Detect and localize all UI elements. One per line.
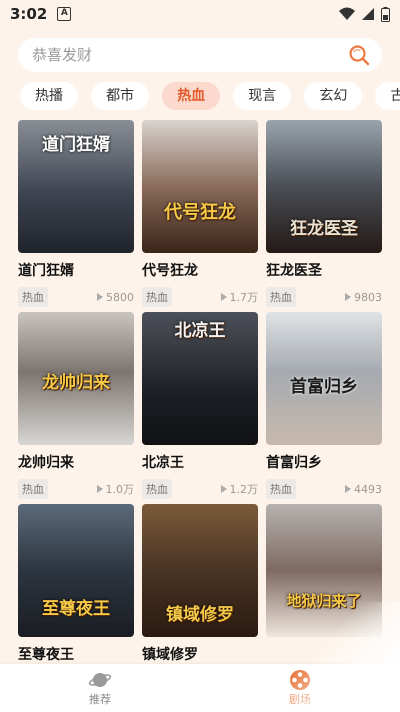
drama-meta: 热血 5800 <box>18 287 134 307</box>
view-count: 5800 <box>97 291 134 304</box>
tab-dushi[interactable]: 都市 <box>91 82 150 110</box>
drama-title: 道门狂婿 <box>18 263 74 279</box>
drama-poster[interactable]: 狂龙医圣 <box>266 120 382 253</box>
drama-card[interactable]: 龙帅归来 龙帅归来 热血 1.0万 <box>18 312 134 499</box>
drama-card[interactable]: 道门狂婿 道门狂婿 热血 5800 <box>18 120 134 307</box>
search-icon[interactable] <box>348 44 370 66</box>
tab-xuanhuan[interactable]: 玄幻 <box>304 82 363 110</box>
poster-text: 镇域修罗 <box>166 605 234 625</box>
play-icon <box>345 485 351 493</box>
nav-theater-label: 剧场 <box>289 693 311 706</box>
drama-meta: 热血 1.7万 <box>142 287 258 307</box>
drama-poster[interactable]: 地狱归来了 <box>266 504 382 637</box>
wifi-icon <box>339 7 355 20</box>
drama-poster[interactable]: 至尊夜王 <box>18 504 134 637</box>
genre-tag: 热血 <box>142 479 172 499</box>
status-icons <box>339 6 390 22</box>
drama-meta: 热血 4493 <box>266 479 382 499</box>
play-icon <box>220 485 227 493</box>
drama-title: 首富归乡 <box>266 455 322 471</box>
tab-rexue[interactable]: 热血 <box>162 82 221 110</box>
drama-card[interactable]: 至尊夜王 至尊夜王 <box>18 504 134 664</box>
nav-recommend[interactable]: 推荐 <box>0 664 200 712</box>
drama-meta: 热血 9803 <box>266 287 382 307</box>
battery-icon <box>381 6 390 22</box>
search-bar[interactable] <box>18 38 382 72</box>
view-count: 1.0万 <box>96 481 134 497</box>
planet-icon <box>88 673 112 687</box>
poster-text: 龙帅归来 <box>42 373 110 393</box>
poster-text: 地狱归来了 <box>286 592 362 610</box>
drama-title: 镇域修罗 <box>142 647 198 663</box>
poster-text: 至尊夜王 <box>42 599 110 619</box>
nav-theater[interactable]: 剧场 <box>200 664 400 712</box>
drama-poster[interactable]: 首富归乡 <box>266 312 382 445</box>
drama-poster[interactable]: 北凉王 <box>142 312 258 445</box>
drama-title: 狂龙医圣 <box>266 263 322 279</box>
drama-title: 龙帅归来 <box>18 455 74 471</box>
notification-icon: A <box>57 7 72 21</box>
search-input[interactable] <box>32 46 348 64</box>
genre-tag: 热血 <box>18 287 48 307</box>
play-icon <box>220 293 227 301</box>
view-count: 4493 <box>345 483 382 496</box>
genre-tag: 热血 <box>266 479 296 499</box>
drama-meta: 热血 1.2万 <box>142 479 258 499</box>
drama-meta: 热血 1.0万 <box>18 479 134 499</box>
poster-text: 道门狂婿 <box>42 135 110 155</box>
play-icon <box>345 293 351 301</box>
drama-poster[interactable]: 道门狂婿 <box>18 120 134 253</box>
tab-gu[interactable]: 古 <box>375 82 400 110</box>
status-bar: 3:02 A <box>0 0 400 28</box>
drama-card[interactable]: 北凉王 北凉王 热血 1.2万 <box>142 312 258 499</box>
poster-text: 代号狂龙 <box>164 202 236 223</box>
bottom-nav: 推荐 剧场 <box>0 664 400 712</box>
drama-poster[interactable]: 代号狂龙 <box>142 120 258 253</box>
genre-tag: 热血 <box>142 287 172 307</box>
play-icon <box>96 485 103 493</box>
genre-tag: 热血 <box>266 287 296 307</box>
drama-title: 北凉王 <box>142 455 184 471</box>
view-count: 1.2万 <box>220 481 258 497</box>
view-count: 9803 <box>345 291 382 304</box>
category-tabs: 热播 都市 热血 现言 玄幻 古 <box>20 82 400 112</box>
drama-card[interactable]: 狂龙医圣 狂龙医圣 热血 9803 <box>266 120 382 307</box>
drama-card[interactable]: 镇域修罗 镇域修罗 <box>142 504 258 664</box>
poster-text: 北凉王 <box>174 321 226 341</box>
tab-rebo[interactable]: 热播 <box>20 82 78 110</box>
nav-recommend-label: 推荐 <box>89 693 111 706</box>
drama-poster[interactable]: 镇域修罗 <box>142 504 258 637</box>
drama-title: 至尊夜王 <box>18 647 74 663</box>
signal-icon <box>362 8 374 20</box>
tab-xianyan[interactable]: 现言 <box>233 82 292 110</box>
poster-text: 首富归乡 <box>290 377 358 397</box>
genre-tag: 热血 <box>18 479 48 499</box>
drama-card[interactable]: 地狱归来了 <box>266 504 382 637</box>
drama-poster[interactable]: 龙帅归来 <box>18 312 134 445</box>
drama-card[interactable]: 代号狂龙 代号狂龙 热血 1.7万 <box>142 120 258 307</box>
status-time: 3:02 <box>10 5 48 23</box>
play-icon <box>97 293 103 301</box>
poster-text: 狂龙医圣 <box>290 219 358 239</box>
drama-title: 代号狂龙 <box>142 263 198 279</box>
film-reel-icon <box>290 670 310 690</box>
view-count: 1.7万 <box>220 289 258 305</box>
drama-card[interactable]: 首富归乡 首富归乡 热血 4493 <box>266 312 382 499</box>
